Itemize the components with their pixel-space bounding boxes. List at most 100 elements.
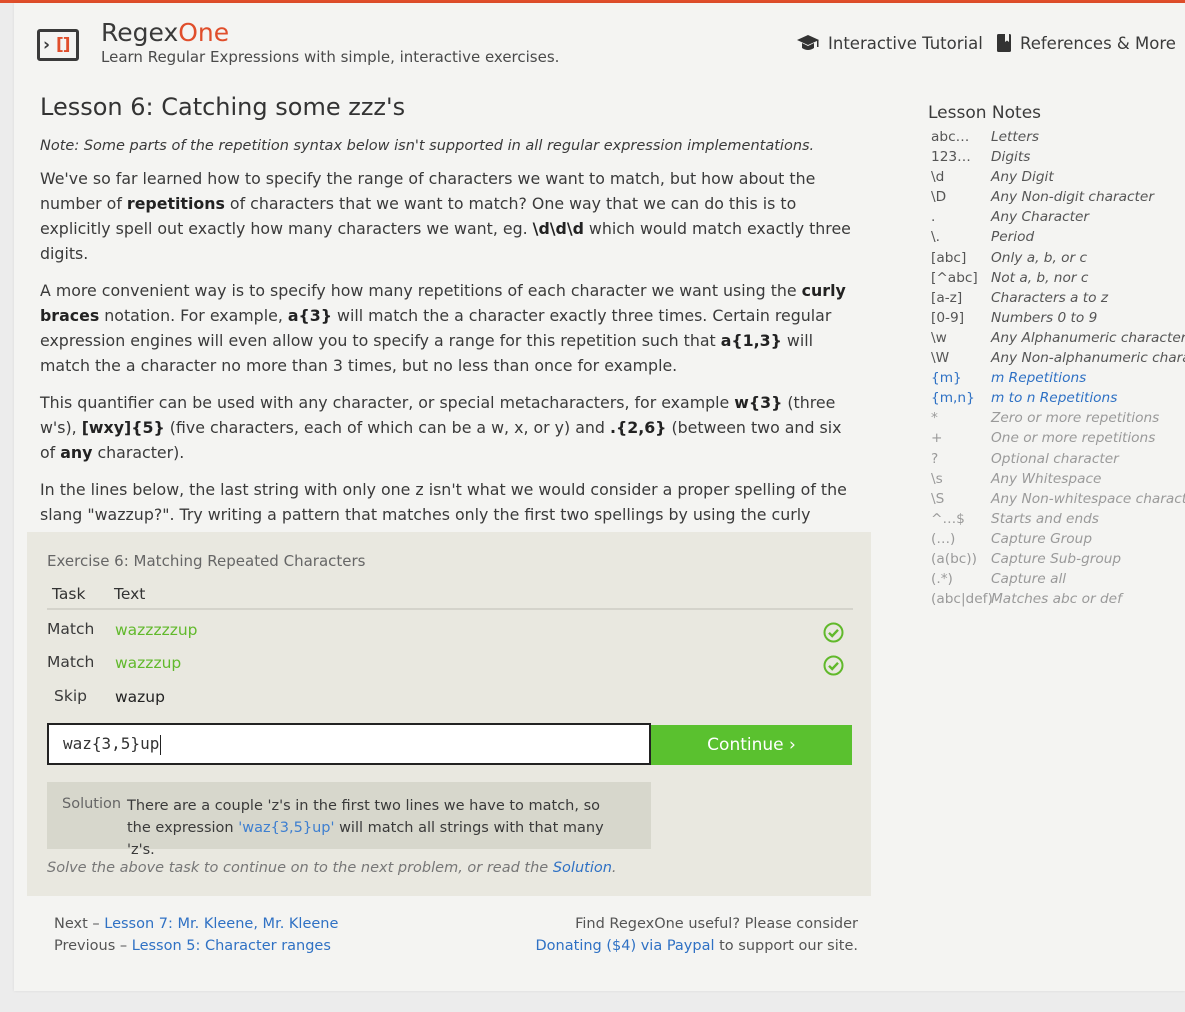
paragraph-3: This quantifier can be used with any cha…	[40, 393, 842, 462]
note-description: Period	[991, 229, 1035, 246]
note-syntax: (…)	[931, 530, 956, 547]
note-item: abc… Letters	[931, 129, 1185, 149]
note-item: (abc|def) Matches abc or def	[931, 591, 1185, 611]
task-type: Skip	[54, 687, 87, 705]
note-syntax: (a(bc))	[931, 550, 977, 567]
lesson-note: Note: Some parts of the repetition synta…	[40, 138, 815, 154]
task-type: Match	[47, 620, 95, 638]
note-item: * Zero or more repetitions	[931, 410, 1185, 430]
previous-lesson-link[interactable]: Lesson 5: Character ranges	[132, 938, 331, 954]
note-syntax: 123…	[931, 149, 971, 166]
column-header-task: Task	[52, 585, 86, 603]
solution-text: There are a couple 'z's in the first two…	[127, 798, 604, 858]
note-syntax: \w	[931, 329, 947, 346]
note-item: \D Any Non-digit character	[931, 189, 1185, 209]
note-item: (…) Capture Group	[931, 531, 1185, 551]
note-item: {m,n} m to n Repetitions	[931, 390, 1185, 410]
note-description: Capture Group	[991, 530, 1093, 547]
book-icon	[997, 34, 1011, 52]
exercise-footer-text: Solve the above task to continue on to t…	[47, 860, 617, 876]
regex-input[interactable]: waz{3,5}up	[47, 723, 651, 765]
note-description: Any Non-alphanumeric character	[991, 350, 1185, 367]
test-string: wazzzzzup	[115, 621, 198, 639]
nav-interactive-tutorial[interactable]: Interactive Tutorial	[796, 33, 983, 53]
note-description: Capture all	[991, 571, 1067, 588]
nav-label: Interactive Tutorial	[828, 33, 983, 53]
paragraph-1: We've so far learned how to specify the …	[40, 169, 851, 263]
brand-name[interactable]: RegexOne	[101, 18, 229, 48]
note-item: \. Period	[931, 229, 1185, 249]
note-item: ? Optional character	[931, 451, 1185, 471]
note-item: [^abc] Not a, b, nor c	[931, 270, 1185, 290]
note-syntax: \s	[931, 470, 943, 487]
note-description: Starts and ends	[991, 510, 1099, 527]
test-string: wazzzup	[115, 654, 182, 672]
note-item: {m} m Repetitions	[931, 370, 1185, 390]
note-syntax: [abc]	[931, 249, 967, 266]
note-item: (a(bc)) Capture Sub-group	[931, 551, 1185, 571]
note-description: Digits	[991, 149, 1031, 166]
note-item: \W Any Non-alphanumeric character	[931, 350, 1185, 370]
nav-label: References & More	[1020, 33, 1176, 53]
note-description: Any Whitespace	[991, 470, 1102, 487]
test-string: wazup	[115, 688, 165, 706]
donate-link[interactable]: Donating ($4) via Paypal	[536, 938, 715, 954]
note-description: Letters	[991, 129, 1039, 145]
note-syntax: \W	[931, 350, 950, 367]
solution-link[interactable]: Solution	[553, 860, 612, 876]
note-description: Characters a to z	[991, 289, 1109, 306]
note-item: \s Any Whitespace	[931, 471, 1185, 491]
page-title: Lesson 6: Catching some zzz's	[40, 93, 406, 121]
note-syntax: *	[931, 410, 938, 427]
note-description: Only a, b, or c	[991, 249, 1088, 266]
note-syntax: \d	[931, 169, 945, 186]
support-message: Find RegexOne useful? Please consider Do…	[535, 916, 858, 954]
note-syntax: \.	[931, 229, 940, 246]
lesson-notes-title: Lesson Notes	[928, 103, 1042, 123]
continue-button[interactable]: Continue ›	[651, 725, 852, 765]
note-syntax: ?	[931, 450, 939, 467]
table-row: Skip wazup	[47, 683, 853, 713]
note-item: [abc] Only a, b, or c	[931, 250, 1185, 270]
text-caret	[160, 734, 162, 755]
note-description: Any Non-digit character	[991, 189, 1154, 206]
note-description: Not a, b, nor c	[991, 269, 1089, 286]
exercise-title: Exercise 6: Matching Repeated Characters	[47, 552, 366, 570]
table-row: Match wazzzzzup	[47, 616, 853, 646]
note-item: 123… Digits	[931, 149, 1185, 169]
note-syntax: \D	[931, 189, 947, 206]
next-lesson-link[interactable]: Lesson 7: Mr. Kleene, Mr. Kleene	[104, 916, 338, 932]
note-description: Any Non-whitespace character	[991, 490, 1185, 507]
note-description: Optional character	[991, 450, 1119, 467]
task-type: Match	[47, 653, 95, 671]
note-syntax: {m}	[931, 370, 962, 387]
note-item: \S Any Non-whitespace character	[931, 491, 1185, 511]
check-circle-icon	[823, 622, 844, 643]
solution-box: Solution There are a couple 'z's in the …	[47, 782, 651, 858]
note-item: [a-z] Characters a to z	[931, 290, 1185, 310]
note-syntax: {m,n}	[931, 390, 975, 407]
note-syntax: (abc|def)	[931, 591, 993, 608]
lesson-navigation: Next – Lesson 7: Mr. Kleene, Mr. Kleene …	[54, 916, 339, 954]
nav-references[interactable]: References & More	[996, 33, 1176, 53]
note-description: One or more repetitions	[991, 430, 1156, 447]
note-description: Capture Sub-group	[991, 550, 1122, 567]
note-description: Any Alphanumeric character	[991, 329, 1185, 346]
table-row: Match wazzzup	[47, 649, 853, 679]
note-item: \w Any Alphanumeric character	[931, 330, 1185, 350]
note-syntax: abc…	[931, 129, 970, 145]
note-description: Matches abc or def	[991, 591, 1122, 608]
exercise-panel: Exercise 6: Matching Repeated Characters…	[27, 532, 871, 896]
note-syntax: ^…$	[931, 510, 965, 527]
paragraph-2: A more convenient way is to specify how …	[40, 281, 846, 375]
regexone-logo[interactable]: ›[]	[37, 29, 79, 61]
solution-label: Solution	[62, 796, 122, 812]
note-syntax: .	[931, 209, 936, 226]
note-description: Numbers 0 to 9	[991, 309, 1098, 326]
note-syntax: [0-9]	[931, 309, 965, 326]
note-item: (.*) Capture all	[931, 571, 1185, 591]
tagline: Learn Regular Expressions with simple, i…	[101, 48, 560, 66]
note-description: Any Character	[991, 209, 1090, 226]
note-description: Zero or more repetitions	[991, 410, 1160, 427]
page-card: ›[] RegexOne Learn Regular Expressions w…	[14, 3, 1185, 991]
